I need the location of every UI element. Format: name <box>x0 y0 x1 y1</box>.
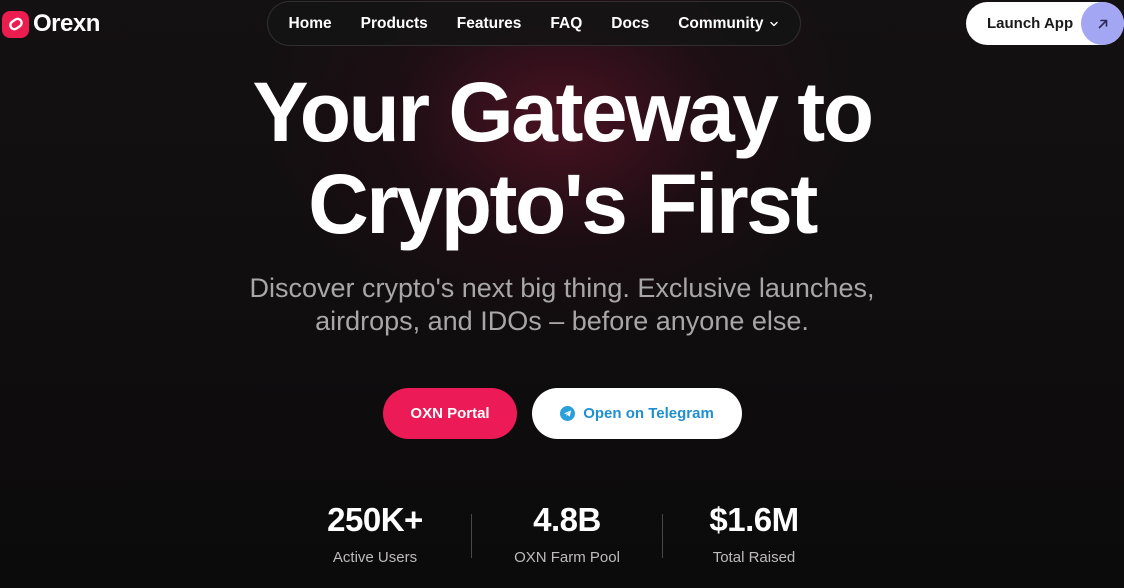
hero-subtitle-line-2: airdrops, and IDOs – before anyone else. <box>315 306 809 336</box>
telegram-icon <box>560 406 576 421</box>
brand-name: Orexn <box>33 10 100 37</box>
stat-label: Total Raised <box>712 549 796 566</box>
nav-item-faq[interactable]: FAQ <box>550 15 582 33</box>
brand-logo[interactable]: Orexn <box>2 10 100 38</box>
nav-item-community-dropdown[interactable]: Community <box>678 15 779 33</box>
open-telegram-button[interactable]: Open on Telegram <box>532 388 742 439</box>
oxn-portal-button[interactable]: OXN Portal <box>383 388 517 439</box>
stat-value: 250K+ <box>327 501 423 538</box>
nav-item-docs[interactable]: Docs <box>611 15 649 33</box>
nav-item-community-label: Community <box>678 14 764 32</box>
open-telegram-label: Open on Telegram <box>583 405 714 422</box>
hero-title-line-2: Crypto's First <box>308 157 818 251</box>
stat-label: Active Users <box>332 549 418 566</box>
hero-title: Your Gateway to Crypto's First <box>0 66 1124 250</box>
launch-app-button[interactable]: Launch App <box>966 2 1124 45</box>
arrow-up-right-icon <box>1081 2 1124 45</box>
hero-title-line-1: Your Gateway to <box>252 65 874 159</box>
main-nav: Home Products Features FAQ Docs Communit… <box>267 1 801 46</box>
stat-farm-pool: 4.8B OXN Farm Pool <box>467 500 667 566</box>
stat-value: 4.8B <box>533 501 601 538</box>
stat-total-raised: $1.6M Total Raised <box>654 500 854 566</box>
nav-item-products[interactable]: Products <box>361 15 428 33</box>
nav-item-features[interactable]: Features <box>457 15 522 33</box>
chevron-down-icon <box>770 21 779 26</box>
hero-subtitle-line-1: Discover crypto's next big thing. Exclus… <box>249 273 875 303</box>
launch-app-label: Launch App <box>987 15 1074 32</box>
stat-value: $1.6M <box>709 501 799 538</box>
stat-active-users: 250K+ Active Users <box>275 500 475 566</box>
orexn-logo-icon <box>2 10 29 38</box>
nav-item-home[interactable]: Home <box>289 15 332 33</box>
stat-label: OXN Farm Pool <box>514 549 620 566</box>
hero-subtitle: Discover crypto's next big thing. Exclus… <box>0 272 1124 338</box>
